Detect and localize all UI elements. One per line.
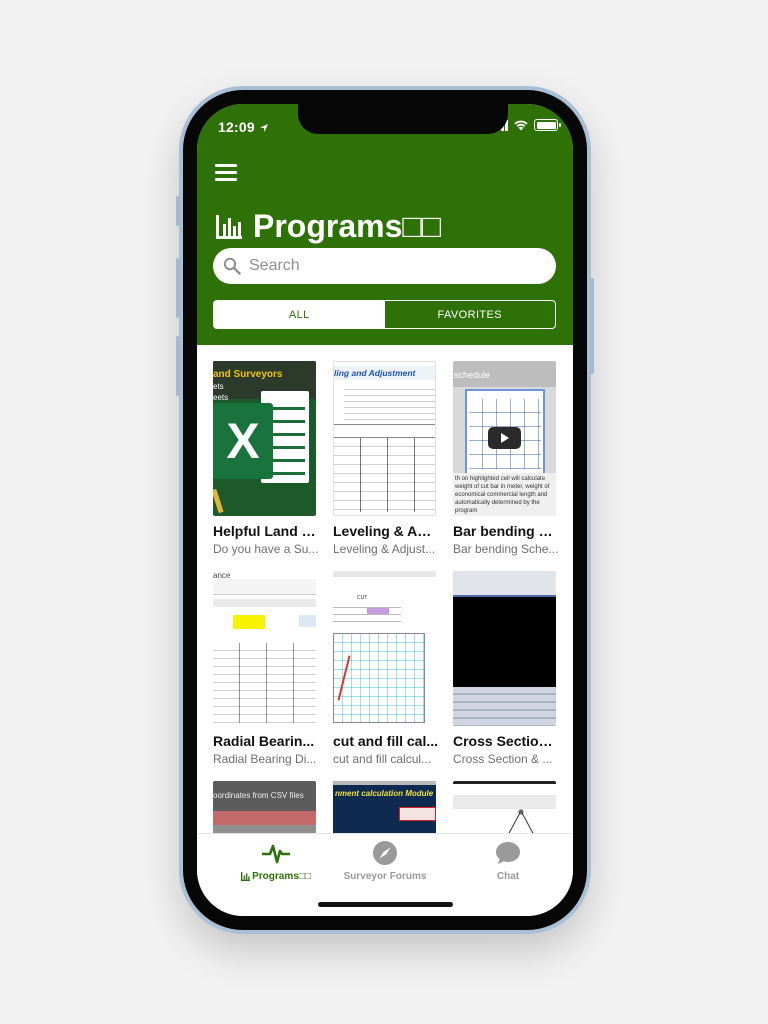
compass-icon: [373, 841, 397, 865]
program-thumbnail: CUT: [333, 571, 436, 726]
page-title: Programs□□: [253, 208, 442, 244]
program-thumbnail: and Surveyors ets eets X: [213, 361, 316, 516]
program-thumbnail: nment calculation Module: [333, 781, 436, 833]
program-card[interactable]: nment calculation Module: [333, 781, 436, 833]
thumbnail-caption: and Surveyors: [213, 369, 283, 380]
battery-icon: [534, 119, 561, 131]
program-thumbnail: ling and Adjustment: [333, 361, 436, 516]
tab-programs-label: Programs□□: [252, 871, 311, 882]
wifi-icon: [514, 120, 528, 131]
volume-down-button: [176, 336, 180, 396]
tab-chat[interactable]: Chat: [453, 840, 563, 882]
card-subtitle: cut and fill calcul...: [333, 752, 432, 766]
bar-chart-icon: [216, 214, 242, 239]
card-subtitle: Bar bending Sche...: [453, 542, 559, 556]
tab-bar: Programs□□ Surveyor Forums Chat: [197, 833, 573, 916]
bar-chart-icon: [241, 872, 251, 881]
card-title: cut and fill cal...: [333, 733, 439, 749]
thumbnail-caption: oordinates from CSV files: [213, 791, 304, 800]
card-title: Radial Bearin...: [213, 733, 315, 749]
program-card[interactable]: ling and Adjustment Leveling & Adj... Le…: [333, 361, 439, 556]
segment-all[interactable]: ALL: [214, 301, 385, 328]
card-title: Cross Section ...: [453, 733, 559, 749]
volume-up-button: [176, 258, 180, 318]
program-thumbnail: ance: [213, 571, 316, 726]
segment-control: ALL FAVORITES: [213, 300, 556, 329]
notch: [298, 104, 508, 134]
search-icon: [223, 257, 241, 275]
survey-diagram-icon: [508, 809, 534, 833]
program-card[interactable]: oordinates from CSV files: [213, 781, 316, 833]
program-card[interactable]: CUT cut and fill cal... cut and fill cal…: [333, 571, 439, 766]
thumbnail-caption: ling and Adjustment: [334, 368, 416, 378]
program-grid: and Surveyors ets eets X Helpful Land S..…: [197, 345, 573, 833]
card-title: Bar bending S...: [453, 523, 559, 539]
tab-chat-label: Chat: [496, 871, 520, 882]
card-subtitle: Radial Bearing Di...: [213, 752, 317, 766]
card-subtitle: Cross Section & ...: [453, 752, 553, 766]
excel-logo-icon: X: [213, 403, 273, 479]
play-button-icon[interactable]: [488, 427, 521, 449]
tab-forums[interactable]: Surveyor Forums: [330, 840, 440, 882]
location-arrow-icon: [259, 124, 268, 132]
tab-forums-label: Surveyor Forums: [343, 871, 427, 882]
program-card[interactable]: schedule th on highlighted cell will cal…: [453, 361, 559, 556]
hamburger-icon[interactable]: [215, 164, 237, 182]
mute-switch: [176, 196, 180, 226]
program-thumbnail: schedule th on highlighted cell will cal…: [453, 361, 556, 516]
screen: 12:09 Programs□□ Search ALL FAVORITES an…: [197, 104, 573, 916]
pulse-icon: [262, 844, 290, 864]
power-button: [590, 278, 594, 374]
program-card[interactable]: [453, 781, 556, 833]
card-title: Leveling & Adj...: [333, 523, 439, 539]
title-row: Programs□□: [215, 208, 441, 245]
tab-programs[interactable]: Programs□□: [221, 840, 331, 882]
card-subtitle: Do you have a Su...: [213, 542, 319, 556]
search-bar[interactable]: [213, 248, 556, 284]
card-title: Helpful Land S...: [213, 523, 319, 539]
search-input[interactable]: [249, 257, 529, 275]
program-thumbnail: oordinates from CSV files: [213, 781, 316, 833]
program-thumbnail: [453, 571, 556, 726]
status-time: 12:09: [218, 119, 269, 135]
segment-favorites[interactable]: FAVORITES: [385, 301, 556, 328]
thumbnail-caption: nment calculation Module: [335, 789, 434, 798]
chat-bubble-icon: [496, 842, 520, 864]
phone-frame: 12:09 Programs□□ Search ALL FAVORITES an…: [176, 86, 594, 934]
thumbnail-caption: schedule: [454, 370, 491, 380]
app-header: 12:09 Programs□□ Search ALL FAVORITES: [197, 104, 573, 345]
program-card[interactable]: Cross Section ... Cross Section & ...: [453, 571, 559, 766]
home-indicator[interactable]: [318, 902, 453, 907]
program-thumbnail: [453, 781, 556, 833]
card-subtitle: Leveling & Adjust...: [333, 542, 436, 556]
program-card[interactable]: ance Radial Bearin... Radial Bearing Di.…: [213, 571, 316, 766]
program-card[interactable]: and Surveyors ets eets X Helpful Land S..…: [213, 361, 319, 556]
